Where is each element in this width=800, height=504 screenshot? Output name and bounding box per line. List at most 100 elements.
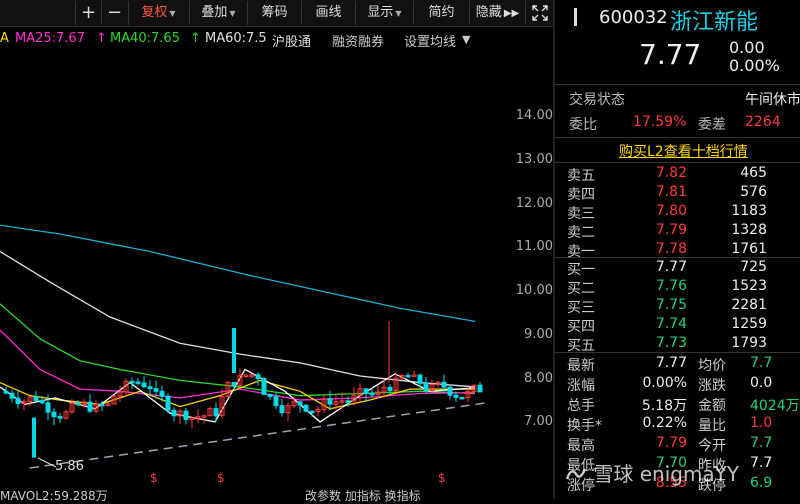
down-candle: [273, 396, 279, 407]
stat-value: 7.77: [655, 355, 687, 371]
down-candle: [327, 398, 333, 405]
down-candle: [303, 404, 309, 412]
level-volume: 2281: [731, 297, 767, 313]
down-candle: [231, 381, 237, 386]
buy-row[interactable]: 买四 7.74 1259: [555, 316, 800, 336]
zoom-out-button[interactable]: −: [101, 1, 127, 25]
down-candle: [267, 393, 273, 398]
down-candle: [147, 386, 153, 390]
level-volume: 576: [740, 184, 767, 200]
price-tick: 8.00: [524, 371, 553, 386]
ma60-line: [0, 250, 476, 388]
down-candle: [477, 384, 483, 393]
stat-row: 最新 7.77 均价 7.7: [555, 355, 800, 375]
level-label: 买三: [567, 300, 595, 316]
stat-value: 0.00%: [642, 375, 687, 391]
price-tick: 7.00: [524, 414, 553, 429]
stat-row: 总手 5.18万 金额 4024万: [555, 395, 800, 415]
down-candle: [45, 402, 51, 413]
down-candle: [459, 396, 465, 400]
sell-row[interactable]: 卖五 7.82 465: [555, 165, 800, 185]
last-price: 7.77: [639, 38, 702, 71]
divider: [555, 84, 800, 85]
stat-label: 均价: [698, 358, 726, 374]
chips-button[interactable]: 筹码: [247, 1, 301, 25]
down-candle: [345, 400, 351, 403]
l2-upgrade-link[interactable]: 购买L2查看十档行情: [619, 141, 748, 161]
down-candle: [417, 374, 423, 384]
price-tick: 10.00: [515, 283, 553, 298]
level-label: 卖三: [567, 206, 595, 222]
level-price: 7.81: [655, 184, 687, 200]
xueqiu-watermark: 雪球 enigmaYY: [565, 458, 739, 487]
down-candle: [141, 382, 147, 388]
level-price: 7.74: [655, 316, 687, 332]
caret-down-icon: ▼: [462, 33, 471, 46]
kline-chart[interactable]: $ $ $ 14.00 13.00 12.00 11.00 10.00 9.00 8…: [0, 50, 553, 503]
down-candle: [387, 386, 393, 392]
overlay-button[interactable]: 叠加 ▼: [189, 1, 247, 25]
sell-row[interactable]: 卖四 7.81 576: [555, 184, 800, 204]
stat-label: 量比: [698, 418, 726, 434]
fuquan-button[interactable]: 复权 ▼: [128, 1, 188, 25]
ma-settings-link[interactable]: 设置均线: [404, 31, 456, 50]
indicator-links[interactable]: 改参数 加指标 换指标: [305, 487, 421, 504]
buy-row[interactable]: 买一 7.77 725: [555, 259, 800, 279]
stat-value: 6.9: [750, 475, 773, 491]
buy-row[interactable]: 买三 7.75 2281: [555, 297, 800, 317]
ma120-line: [0, 224, 476, 323]
level-volume: 1523: [731, 278, 767, 294]
display-button[interactable]: 显示 ▼: [355, 1, 413, 25]
price-change: 0.00: [729, 38, 765, 57]
hide-button[interactable]: 隐藏 ▶▶: [469, 1, 525, 25]
low-price-annotation: 5.86: [55, 459, 84, 474]
down-candle: [453, 394, 459, 398]
down-candle: [171, 409, 177, 417]
sell-row[interactable]: 卖二 7.79 1328: [555, 222, 800, 242]
divider: [555, 257, 800, 258]
margin-trading-label[interactable]: 融资融券: [332, 31, 384, 50]
stat-label: 涨幅: [567, 378, 595, 394]
level-label: 卖四: [567, 187, 595, 203]
double-chevron-right-icon: ▶▶: [503, 8, 520, 19]
zoom-in-button[interactable]: +: [75, 1, 101, 25]
stat-value: 7.7: [750, 435, 773, 451]
down-candle: [57, 416, 63, 419]
down-candle: [363, 388, 369, 394]
stat-label: 涨跌: [698, 378, 726, 394]
sell-row[interactable]: 卖一 7.78 1761: [555, 241, 800, 261]
down-candle: [51, 411, 57, 418]
down-candle: [3, 390, 9, 394]
overlay-label: 叠加: [201, 5, 228, 20]
hugutong-label[interactable]: 沪股通: [272, 31, 311, 50]
down-candle: [309, 410, 315, 414]
watermark-text: 雪球 enigmaYY: [593, 462, 740, 486]
simple-button[interactable]: 简约: [413, 1, 469, 25]
draw-line-button[interactable]: 画线: [301, 1, 355, 25]
stat-row: 换手* 0.22% 量比 1.0: [555, 415, 800, 435]
divider: [555, 162, 800, 163]
buy-row[interactable]: 买二 7.76 1523: [555, 278, 800, 298]
stat-label: 最高: [567, 438, 595, 454]
display-label: 显示: [367, 5, 394, 20]
sell-row[interactable]: 卖三 7.80 1183: [555, 203, 800, 223]
mavol-label: MAVOL2:59.288万: [0, 489, 108, 503]
down-candle: [447, 386, 453, 396]
weicha-value: 2264: [745, 114, 781, 130]
level-price: 7.76: [655, 278, 687, 294]
down-candle: [129, 380, 135, 384]
down-candle: [153, 388, 159, 392]
ma-prefix: A: [0, 31, 9, 46]
divider: [555, 352, 800, 353]
down-candle: [75, 402, 81, 406]
level-volume: 725: [740, 259, 767, 275]
fullscreen-button[interactable]: [525, 1, 553, 25]
stock-name: 浙江新能: [670, 10, 759, 35]
dividend-marker-icon: $: [217, 471, 225, 485]
stat-label: 换手*: [567, 418, 602, 434]
stat-value: 0.22%: [642, 415, 687, 431]
hide-label: 隐藏: [475, 5, 502, 20]
down-candle: [15, 397, 21, 405]
menu-icon[interactable]: [569, 8, 583, 26]
down-candle: [213, 408, 219, 417]
